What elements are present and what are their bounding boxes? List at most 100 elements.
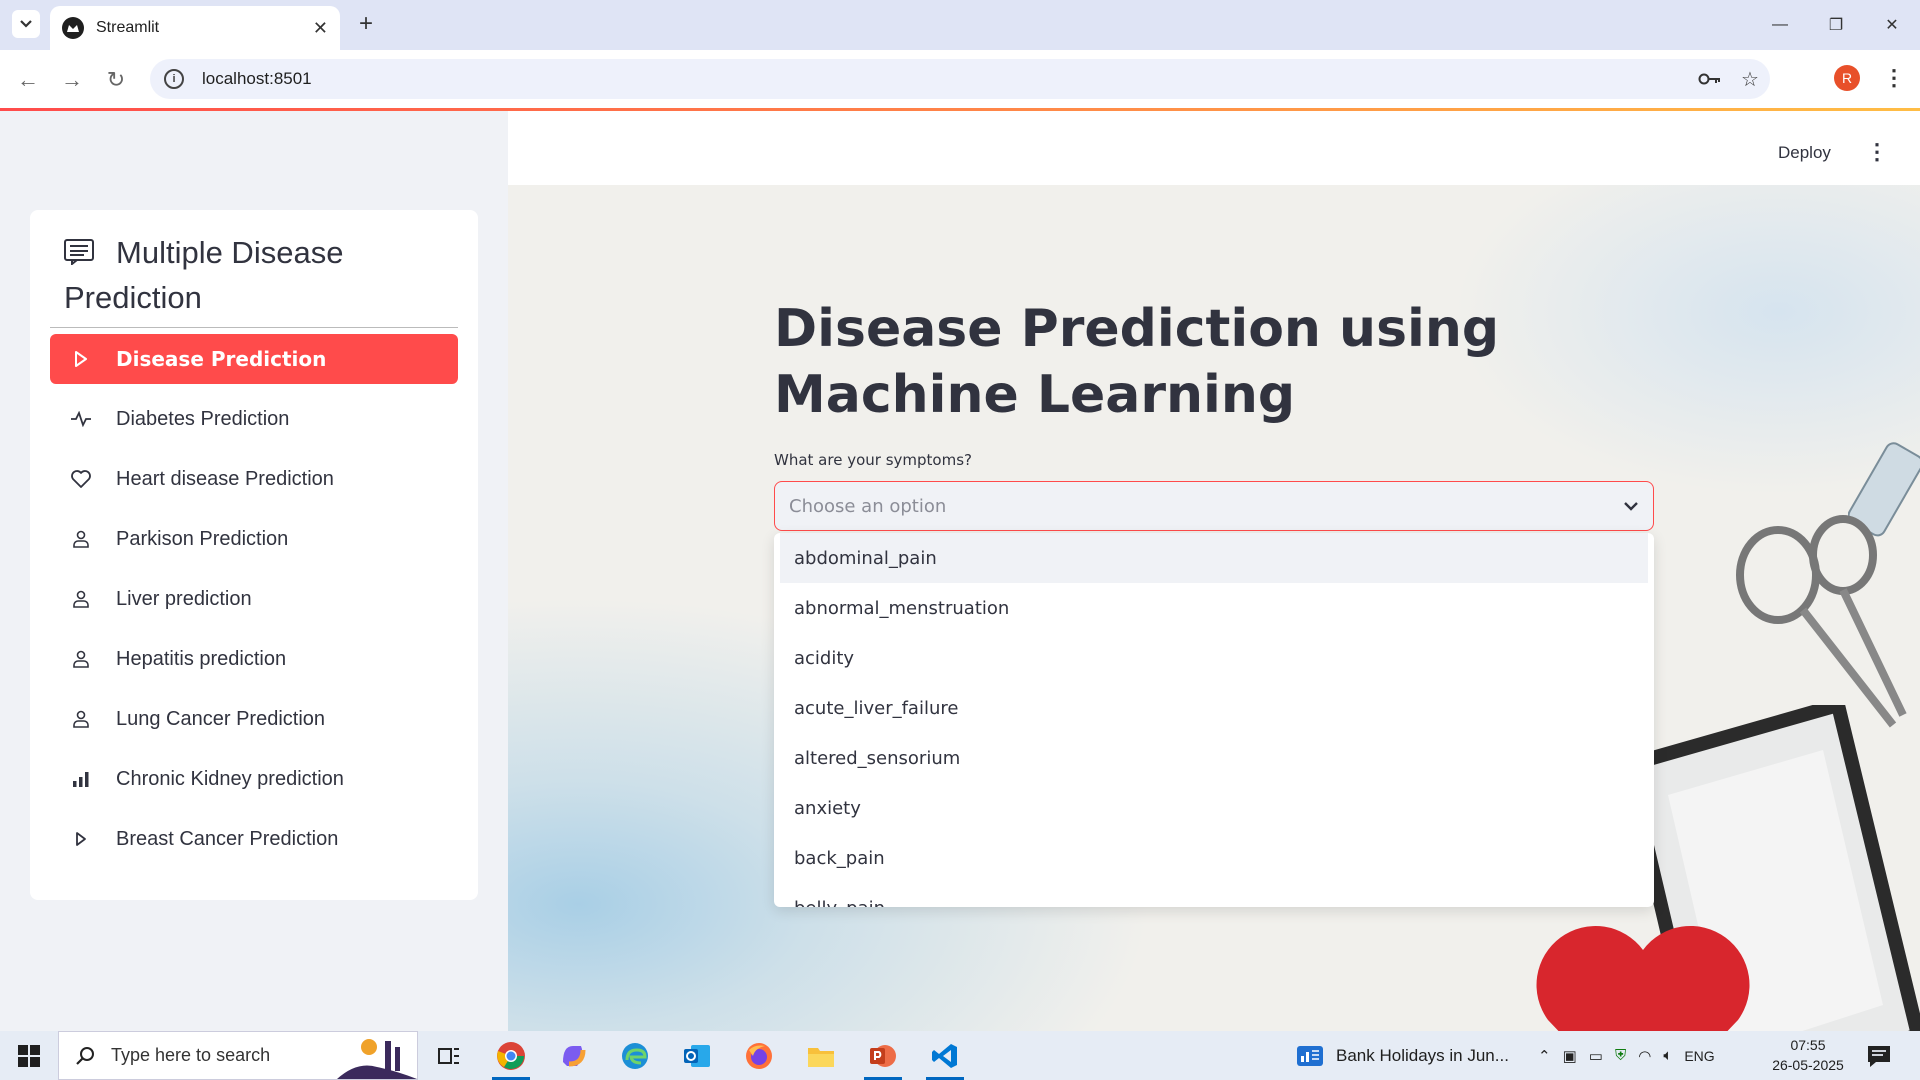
profile-avatar[interactable]: R xyxy=(1834,65,1860,91)
app-menu-icon[interactable]: ⋮ xyxy=(1866,139,1888,165)
menu-item-liver-prediction[interactable]: Liver prediction xyxy=(50,574,458,624)
system-tray: ⌃ ▣ ▭ ⛨ ◠ 🔈︎ ENG xyxy=(1538,1031,1715,1080)
chrome-icon[interactable] xyxy=(480,1031,542,1080)
dropdown-option[interactable]: abdominal_pain xyxy=(780,533,1648,583)
menu-item-label: Heart disease Prediction xyxy=(116,467,334,490)
menu-title-text: Multiple Disease Prediction xyxy=(64,235,344,315)
windows-start-icon[interactable] xyxy=(0,1031,58,1080)
person-icon xyxy=(70,648,92,670)
menu-item-diabetes-prediction[interactable]: Diabetes Prediction xyxy=(50,394,458,444)
menu-list-icon xyxy=(64,239,94,265)
clock-time: 07:55 xyxy=(1790,1037,1826,1053)
activity-icon xyxy=(70,408,92,430)
forward-icon[interactable]: → xyxy=(58,66,86,94)
person-icon xyxy=(70,528,92,550)
address-bar[interactable]: i localhost:8501 ☆ xyxy=(150,59,1770,99)
browser-tab-bar: Streamlit ✕ + — ❐ ✕ xyxy=(0,0,1920,50)
news-widget[interactable]: Bank Holidays in Jun... xyxy=(1296,1031,1509,1080)
browser-tab[interactable]: Streamlit ✕ xyxy=(50,6,340,50)
windows-taskbar: Type here to search Bank Holidays in Jun… xyxy=(0,1031,1920,1080)
battery-icon[interactable]: ▭ xyxy=(1589,1047,1603,1065)
dropdown-option[interactable]: acute_liver_failure xyxy=(774,683,1654,733)
dropdown-option[interactable]: back_pain xyxy=(774,833,1654,883)
site-info-icon[interactable]: i xyxy=(164,69,184,89)
scissors-illustration xyxy=(1736,515,1907,728)
wifi-icon[interactable]: ◠ xyxy=(1638,1047,1651,1065)
language-indicator[interactable]: ENG xyxy=(1684,1048,1714,1064)
person-icon xyxy=(70,708,92,730)
deploy-button[interactable]: Deploy xyxy=(1778,143,1831,163)
vscode-icon[interactable] xyxy=(914,1031,976,1080)
main-content: Deploy ⋮ Disease Prediction using Machin… xyxy=(508,111,1920,1031)
menu-item-hepatitis-prediction[interactable]: Hepatitis prediction xyxy=(50,634,458,684)
menu-item-lung-cancer-prediction[interactable]: Lung Cancer Prediction xyxy=(50,694,458,744)
task-view-icon[interactable] xyxy=(418,1031,480,1080)
menu-item-label: Liver prediction xyxy=(116,587,252,610)
tab-search-button[interactable] xyxy=(12,10,40,38)
taskbar-search[interactable]: Type here to search xyxy=(58,1031,418,1080)
menu-item-breast-cancer-prediction[interactable]: Breast Cancer Prediction xyxy=(50,814,458,864)
symptoms-multiselect[interactable]: Choose an option xyxy=(774,481,1654,531)
chevron-down-icon xyxy=(20,20,32,28)
tab-title: Streamlit xyxy=(96,19,160,36)
heart-illustration xyxy=(1536,926,1750,1031)
menu-item-chronic-kidney-prediction[interactable]: Chronic Kidney prediction xyxy=(50,754,458,804)
reload-icon[interactable]: ↻ xyxy=(102,66,130,94)
symptoms-dropdown: abdominal_pain abnormal_menstruation aci… xyxy=(774,533,1654,907)
volume-icon[interactable]: 🔈︎ xyxy=(1663,1047,1672,1064)
url-text[interactable]: localhost:8501 xyxy=(202,69,1690,89)
password-key-icon[interactable] xyxy=(1690,59,1730,99)
person-icon xyxy=(70,588,92,610)
sidebar: Multiple Disease Prediction Disease Pred… xyxy=(0,111,508,1031)
copilot-icon[interactable] xyxy=(542,1031,604,1080)
file-explorer-icon[interactable] xyxy=(790,1031,852,1080)
dropdown-option[interactable]: abnormal_menstruation xyxy=(774,583,1654,633)
address-bar-row: ← → ↻ i localhost:8501 ☆ R ⋮ xyxy=(0,50,1920,108)
close-tab-icon[interactable]: ✕ xyxy=(313,18,328,39)
symptoms-label: What are your symptoms? xyxy=(774,451,972,469)
dropdown-option[interactable]: acidity xyxy=(774,633,1654,683)
restore-icon[interactable]: ❐ xyxy=(1808,0,1864,50)
notification-icon[interactable] xyxy=(1866,1043,1892,1069)
dropdown-option[interactable]: anxiety xyxy=(774,783,1654,833)
bookmark-star-icon[interactable]: ☆ xyxy=(1730,59,1770,99)
clock-date: 26-05-2025 xyxy=(1772,1057,1844,1073)
dropdown-option[interactable]: belly_pain xyxy=(774,883,1654,908)
page-title: Disease Prediction using Machine Learnin… xyxy=(774,299,1500,425)
play-icon xyxy=(70,828,92,850)
dropdown-option[interactable]: altered_sensorium xyxy=(774,733,1654,783)
close-window-icon[interactable]: ✕ xyxy=(1864,0,1920,50)
new-tab-button[interactable]: + xyxy=(352,10,380,38)
menu-item-disease-prediction[interactable]: Disease Prediction xyxy=(50,334,458,384)
firefox-icon[interactable] xyxy=(728,1031,790,1080)
menu-item-label: Chronic Kidney prediction xyxy=(116,767,344,790)
meet-now-icon[interactable]: ▣ xyxy=(1563,1047,1577,1065)
search-placeholder: Type here to search xyxy=(111,1045,271,1065)
menu-item-label: Diabetes Prediction xyxy=(116,407,290,430)
search-icon xyxy=(76,1046,94,1065)
search-highlight-icon xyxy=(337,1038,417,1079)
streamlit-favicon-icon xyxy=(62,17,84,39)
menu-title: Multiple Disease Prediction xyxy=(64,230,454,320)
app-header: Deploy ⋮ xyxy=(508,111,1920,185)
menu-item-heart-disease-prediction[interactable]: Heart disease Prediction xyxy=(50,454,458,504)
security-shield-icon[interactable]: ⛨ xyxy=(1615,1047,1626,1064)
browser-menu-icon[interactable]: ⋮ xyxy=(1880,64,1908,92)
minimize-icon[interactable]: — xyxy=(1752,0,1808,50)
menu-item-label: Parkison Prediction xyxy=(116,527,289,550)
news-text: Bank Holidays in Jun... xyxy=(1336,1045,1509,1065)
menu-item-label: Breast Cancer Prediction xyxy=(116,827,339,850)
news-icon xyxy=(1297,1045,1323,1066)
clock[interactable]: 07:55 26-05-2025 xyxy=(1768,1035,1848,1075)
chevron-down-icon[interactable] xyxy=(1623,501,1639,511)
menu-item-label: Disease Prediction xyxy=(116,347,327,371)
outlook-icon[interactable] xyxy=(666,1031,728,1080)
back-icon[interactable]: ← xyxy=(14,66,42,94)
menu-item-parkison-prediction[interactable]: Parkison Prediction xyxy=(50,514,458,564)
edge-icon[interactable] xyxy=(604,1031,666,1080)
powerpoint-icon[interactable] xyxy=(852,1031,914,1080)
option-menu: Multiple Disease Prediction Disease Pred… xyxy=(30,210,478,900)
show-hidden-icons-icon[interactable]: ⌃ xyxy=(1538,1047,1551,1065)
menu-item-label: Lung Cancer Prediction xyxy=(116,707,326,730)
menu-item-label: Hepatitis prediction xyxy=(116,647,287,670)
